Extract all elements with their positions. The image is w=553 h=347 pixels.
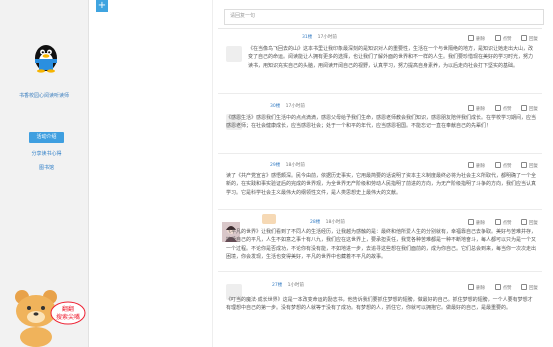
post-time: 18小时前 — [285, 163, 305, 168]
post-text: 读了《共产党宣言》感悟颇深。民今由前，依据历史事实，它用最简要的话说明了资本主义… — [226, 173, 537, 196]
bear-mascot-icon: 翻翻 搜索尖嘴 — [15, 290, 86, 347]
avatar[interactable] — [262, 214, 276, 224]
nav-share-reading[interactable]: 分享读书心得 — [29, 149, 64, 160]
list-item: 27楼 1小时前 删除 点赞 回复 《叮当的魔法·成长世界》这是一本改变命运的励… — [218, 276, 542, 332]
divider — [218, 271, 542, 272]
post-user[interactable]: 29楼 — [270, 163, 280, 168]
reply-button[interactable]: 回复 — [521, 219, 538, 226]
post-time: 17小时前 — [317, 35, 337, 40]
nav-library[interactable]: 图书馆 — [29, 163, 64, 174]
divider — [218, 153, 542, 154]
post-time: 17小时前 — [285, 104, 305, 109]
delete-button[interactable]: 删除 — [468, 219, 485, 226]
reply-button[interactable]: 回复 — [521, 162, 538, 169]
nav-activity-intro[interactable]: 活动介绍 — [29, 132, 64, 143]
like-button[interactable]: 点赞 — [494, 162, 512, 169]
delete-button[interactable]: 删除 — [468, 284, 485, 291]
post-text: 《感恩生活》感恩我们生活中的点点滴滴，感恩父母给予我们生命，感恩老师教会我们知识… — [226, 115, 537, 130]
divider — [218, 209, 542, 210]
post-actions: 删除 点赞 回复 — [460, 219, 538, 226]
delete-button[interactable]: 删除 — [468, 162, 485, 169]
sidebar: 书香校园心阅读听读师 活动介绍 分享读书心得 图书馆 翻翻 搜索尖嘴 — [0, 0, 89, 347]
comment-placeholder: 请回复一句 — [230, 13, 256, 19]
list-item: 30楼 17小时前 删除 点赞 回复 《感恩生活》感恩我们生活中的点点滴滴，感恩… — [218, 100, 542, 154]
post-text: 《叮当的魔法·成长世界》这是一本改变命运的励志书，他告诉我们要抓住梦想的翅膀，做… — [226, 297, 533, 312]
avatar[interactable] — [226, 46, 242, 62]
post-actions: 删除 点赞 回复 — [460, 35, 538, 42]
like-button[interactable]: 点赞 — [494, 219, 512, 226]
delete-button[interactable]: 删除 — [468, 35, 485, 42]
post-actions: 删除 点赞 回复 — [460, 162, 538, 169]
post-time: 18小时前 — [325, 220, 345, 225]
reply-button[interactable]: 回复 — [521, 284, 538, 291]
post-time: 1小时前 — [287, 283, 305, 288]
post-actions: 删除 点赞 回复 — [460, 105, 538, 112]
corner-plus-icon[interactable]: + — [96, 0, 108, 12]
post-user[interactable]: 31楼 — [302, 35, 312, 40]
comment-input[interactable]: 请回复一句 — [224, 9, 544, 25]
divider — [218, 28, 542, 29]
post-user[interactable]: 28楼 — [310, 220, 320, 225]
reply-button[interactable]: 回复 — [521, 105, 538, 112]
delete-button[interactable]: 删除 — [468, 105, 485, 112]
post-text: 《在当像鸟飞回去的山》这本书里让我印象最深刻的是知识对人的重要性，生活在一个与世… — [248, 46, 534, 69]
post-text: 《平凡的世界》让我们看到了不同人的生活经历，让我越为感触的是：最终和他所爱人生的… — [226, 229, 537, 261]
divider — [218, 93, 542, 94]
like-button[interactable]: 点赞 — [494, 284, 512, 291]
list-item: 31楼 17小时前 删除 点赞 回复 《在当像鸟飞回去的山》这本书里让我印象最深… — [218, 34, 542, 94]
svg-text:搜索尖嘴: 搜索尖嘴 — [56, 313, 80, 321]
list-item: 28楼 18小时前 删除 点赞 回复 《平凡的世界》让我们看到了不同人的生活经历… — [218, 214, 542, 272]
like-button[interactable]: 点赞 — [494, 105, 512, 112]
svg-text:翻翻: 翻翻 — [62, 305, 74, 313]
org-name: 书香校园心阅读听读师 — [18, 93, 69, 99]
post-user[interactable]: 27楼 — [272, 283, 282, 288]
list-item: 29楼 18小时前 删除 点赞 回复 读了《共产党宣言》感悟颇深。民今由前，依据… — [218, 160, 542, 210]
post-user[interactable]: 30楼 — [270, 104, 280, 109]
qq-penguin-logo-icon — [35, 45, 57, 73]
post-actions: 删除 点赞 回复 — [460, 284, 538, 291]
reply-button[interactable]: 回复 — [521, 35, 538, 42]
like-button[interactable]: 点赞 — [494, 35, 512, 42]
